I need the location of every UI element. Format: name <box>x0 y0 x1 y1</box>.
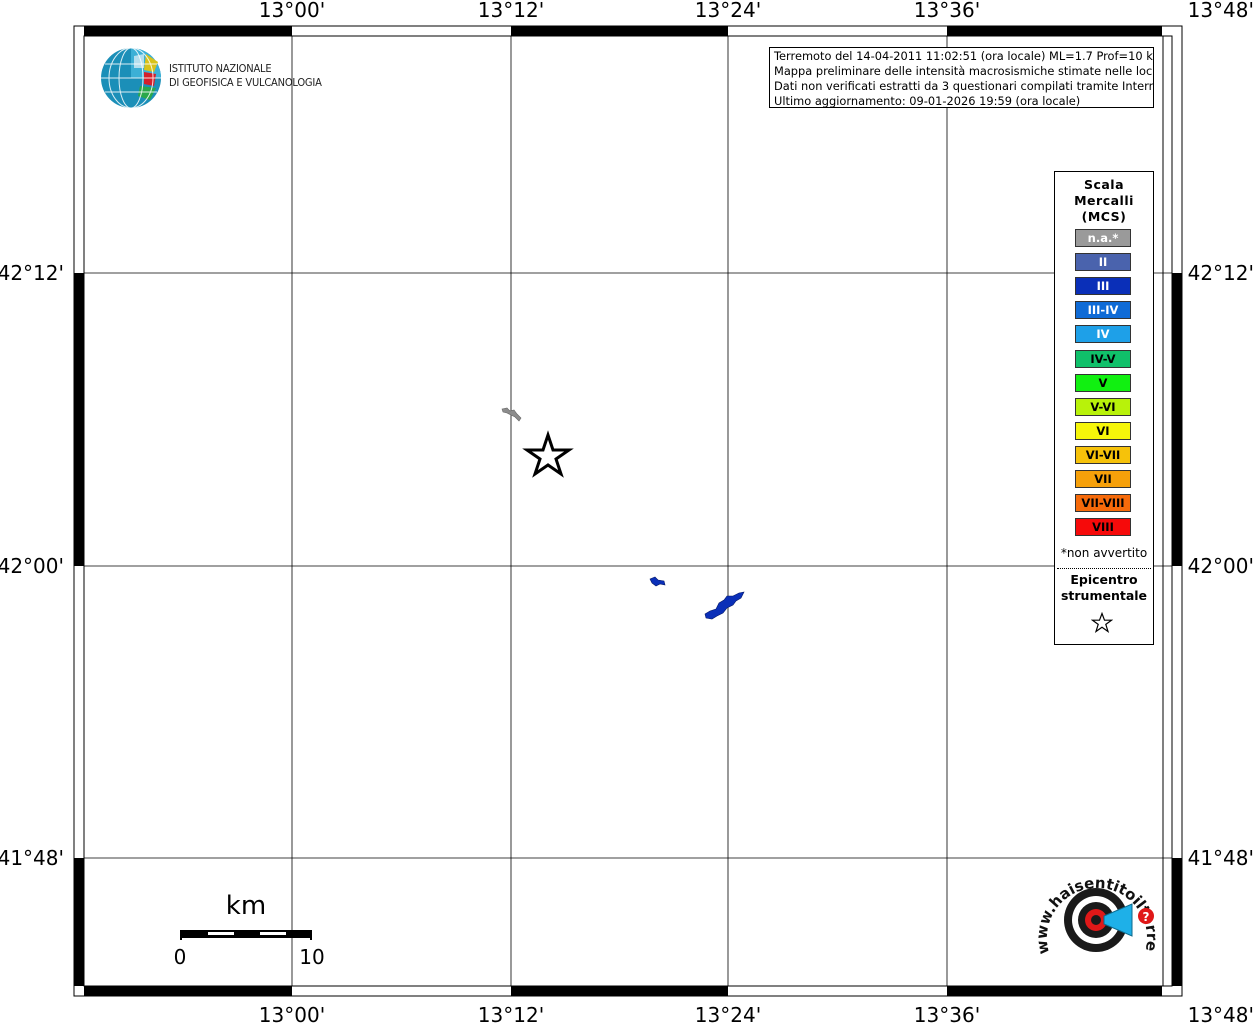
legend-title-line: Scala <box>1083 177 1125 192</box>
haisentito-question-mark: ? <box>1143 910 1150 924</box>
lon-label-bottom: 13°12' <box>478 1003 544 1024</box>
scale-label-start: 0 <box>174 945 187 969</box>
scale-label-end: 10 <box>299 945 324 969</box>
legend-item-mcs: VI-VII <box>1075 445 1131 464</box>
legend-item-mcs: IV <box>1075 325 1131 344</box>
haisentito-logo: www.haisentitoilterremoto.it ? <box>1032 860 1161 956</box>
scale-bar-frame <box>180 930 312 938</box>
graticule <box>84 36 1172 986</box>
lon-label-bottom: 13°24' <box>695 1003 761 1024</box>
lat-label-right: 42°00' <box>1188 554 1254 578</box>
frame-seg <box>947 986 1162 996</box>
lat-label-right: 42°12' <box>1188 261 1254 285</box>
legend-item-mcs: VII <box>1075 470 1131 488</box>
frame-seg <box>1172 858 1182 986</box>
lat-label-right: 41°48' <box>1188 846 1254 870</box>
legend-item-mcs: IV-V <box>1075 349 1131 368</box>
legend-epicenter-line: Epicentro <box>1070 572 1138 587</box>
event-info-line: Terremoto del 14-04-2011 11:02:51 (ora l… <box>774 49 1154 63</box>
event-info-line: Mappa preliminare delle intensità macros… <box>774 64 1154 78</box>
lon-label-top: 13°48' <box>1188 0 1254 22</box>
legend-note: *non avvertito <box>1060 546 1148 560</box>
frame-seg <box>74 858 84 986</box>
event-info-line: Ultimo aggiornamento: 09-01-2026 19:59 (… <box>774 94 1081 108</box>
lon-label-bottom: 13°48' <box>1188 1003 1254 1024</box>
lat-label-left: 41°48' <box>0 846 64 870</box>
legend-epicenter-line: strumentale <box>1060 588 1148 603</box>
lon-label-bottom: 13°00' <box>259 1003 325 1024</box>
frame-seg <box>511 986 728 996</box>
lon-label-top: 13°00' <box>259 0 325 22</box>
lon-label-bottom: 13°36' <box>914 1003 980 1024</box>
lon-label-top: 13°36' <box>914 0 980 22</box>
legend-title: Scala Mercalli (MCS) <box>1055 177 1153 225</box>
legend-item-mcs: V <box>1075 373 1131 392</box>
event-info-box: Terremoto del 14-04-2011 11:02:51 (ora l… <box>769 47 1154 108</box>
lon-label-top: 13°12' <box>478 0 544 22</box>
legend-divider <box>1057 568 1151 569</box>
locality-not-felt[interactable] <box>501 407 522 422</box>
frame-seg <box>84 986 292 996</box>
scale-bar-tick <box>180 930 182 940</box>
ingv-globe-icon <box>101 47 161 109</box>
epicenter-star-icon[interactable] <box>522 430 574 478</box>
lat-label-left: 42°00' <box>0 554 64 578</box>
scale-bar-white <box>260 932 286 935</box>
mcs-legend: Scala Mercalli (MCS) n.a.* II III III-IV IV I… <box>1054 171 1154 645</box>
scale-unit: km <box>226 891 266 921</box>
event-info-line: Dati non verificati estratti da 3 questi… <box>774 79 1154 93</box>
frame-seg <box>511 26 728 36</box>
frame-seg <box>1172 273 1182 566</box>
ingv-name: ISTITUTO NAZIONALE DI GEOFISICA E VULCAN… <box>169 62 322 90</box>
legend-title-line: (MCS) <box>1081 209 1127 224</box>
map-frame-outer <box>73 25 1183 997</box>
map-frame-inner <box>83 35 1173 987</box>
frame-seg <box>84 26 292 36</box>
lat-label-left: 42°12' <box>0 261 64 285</box>
legend-epicenter-label: Epicentro strumentale <box>1055 572 1153 604</box>
ingv-name-line: DI GEOFISICA E VULCANOLOGIA <box>169 76 322 89</box>
frame-seg <box>947 26 1162 36</box>
legend-item-mcs: VIII <box>1075 518 1131 537</box>
locality-intensity-iii[interactable] <box>704 591 745 620</box>
haisentito-ring <box>1091 915 1101 925</box>
ingv-name-line: ISTITUTO NAZIONALE <box>169 62 272 75</box>
ingv-logo: ISTITUTO NAZIONALE DI GEOFISICA E VULCAN… <box>100 46 322 110</box>
legend-item-mcs: V-VI <box>1075 397 1131 416</box>
legend-star-icon <box>1091 612 1113 634</box>
legend-item-mcs: VI <box>1075 421 1131 440</box>
locality-intensity-iii[interactable] <box>649 576 666 587</box>
frame-seg <box>74 273 84 566</box>
scale-bar-tick <box>310 930 312 940</box>
legend-item-mcs: II <box>1075 253 1131 272</box>
legend-title-line: Mercalli <box>1074 193 1134 208</box>
lon-label-top: 13°24' <box>695 0 761 22</box>
legend-item-mcs: III <box>1075 277 1131 296</box>
legend-item-mcs: n.a.* <box>1075 229 1131 247</box>
legend-item-mcs: III-IV <box>1075 301 1131 320</box>
scale-bar-white <box>208 932 234 935</box>
scale-bar: km 0 10 <box>174 891 325 969</box>
legend-item-mcs: VII-VIII <box>1075 494 1131 513</box>
